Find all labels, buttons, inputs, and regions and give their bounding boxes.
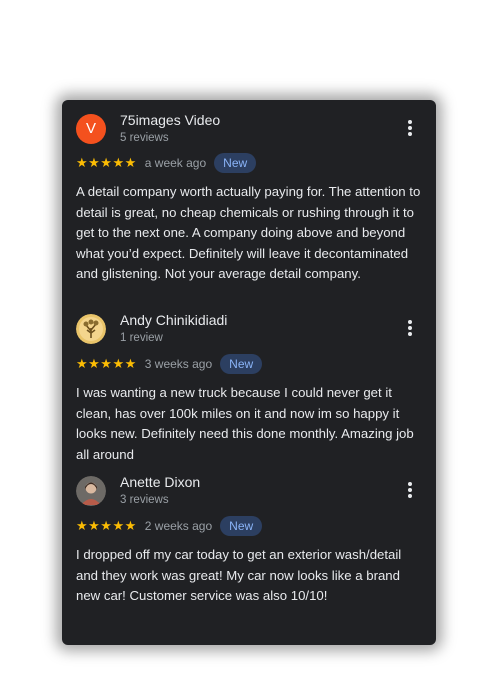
more-vert-icon (404, 320, 416, 336)
rating-row: ★★★★★ 2 weeks ago New (76, 515, 263, 537)
reviewer-review-count: 3 reviews (120, 494, 169, 506)
review-time: a week ago (144, 156, 207, 170)
review-text: I dropped off my car today to get an ext… (76, 547, 402, 603)
review-time: 2 weeks ago (144, 519, 213, 533)
reviews-card: V 75images Video 5 reviews ★★★★★ a week … (62, 100, 436, 645)
new-badge: New (214, 153, 257, 173)
tree-photo-avatar (76, 314, 106, 344)
more-vert-icon (404, 482, 416, 498)
review-time: 3 weeks ago (144, 357, 213, 371)
avatar[interactable] (76, 314, 106, 344)
more-options-button[interactable] (404, 482, 416, 502)
reviewer-review-count: 1 review (120, 332, 163, 344)
new-badge: New (220, 516, 263, 536)
star-rating: ★★★★★ (76, 356, 137, 371)
new-badge: New (220, 354, 263, 374)
more-options-button[interactable] (404, 120, 416, 140)
more-options-button[interactable] (404, 320, 416, 340)
avatar[interactable]: V (76, 114, 106, 144)
reviewer-name[interactable]: Andy Chinikidiadi (120, 312, 227, 328)
avatar[interactable] (76, 476, 106, 506)
star-rating: ★★★★★ (76, 155, 137, 170)
reviewer-name[interactable]: 75images Video (120, 112, 220, 128)
review-text: A detail company worth actually paying f… (76, 184, 421, 281)
reviewer-review-count: 5 reviews (120, 132, 169, 144)
review-text: I was wanting a new truck because I coul… (76, 385, 414, 462)
person-photo-avatar (76, 476, 106, 506)
reviewer-name[interactable]: Anette Dixon (120, 474, 200, 490)
more-vert-icon (404, 120, 416, 136)
rating-row: ★★★★★ a week ago New (76, 152, 257, 174)
star-rating: ★★★★★ (76, 518, 137, 533)
rating-row: ★★★★★ 3 weeks ago New (76, 353, 263, 375)
avatar-letter: V (85, 120, 96, 137)
